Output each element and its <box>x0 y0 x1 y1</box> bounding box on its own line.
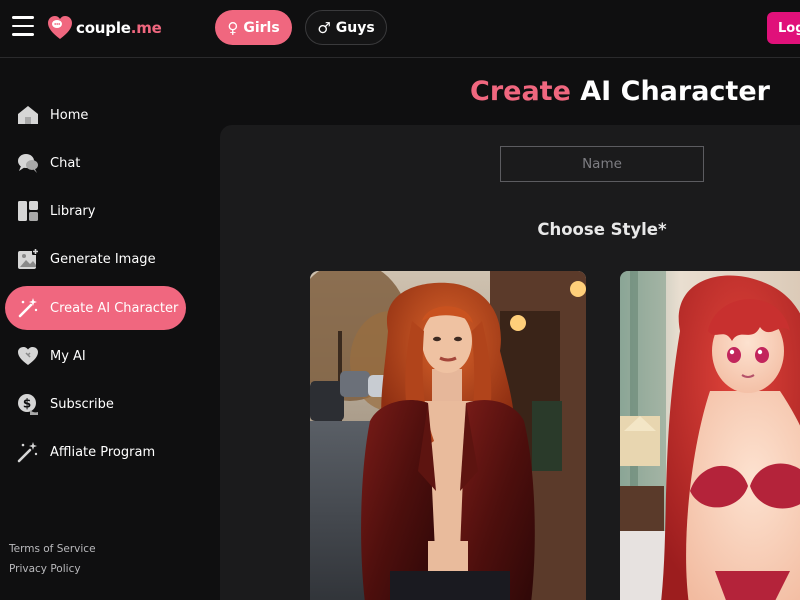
sidebar-item-home[interactable]: Home <box>5 93 186 137</box>
dollar-icon: $ <box>17 393 39 415</box>
library-icon <box>17 200 39 222</box>
page-title: Create AI Character <box>470 76 770 107</box>
logo[interactable]: couple.me <box>47 14 162 42</box>
sparkle-wand-icon <box>17 441 39 463</box>
choose-style-heading: Choose Style* <box>537 220 667 239</box>
anime-style-image <box>620 271 800 600</box>
sidebar-item-label: My AI <box>50 348 86 364</box>
chat-icon <box>17 152 39 174</box>
logo-text: couple.me <box>76 19 162 37</box>
style-card-anime[interactable] <box>620 271 800 600</box>
character-name-input[interactable] <box>500 146 704 182</box>
sidebar: Home Chat Library Generate Image Create … <box>0 59 200 600</box>
guys-tab[interactable]: ♂ Guys <box>305 10 387 45</box>
magic-wand-icon <box>17 297 39 319</box>
sidebar-item-label: Subscribe <box>50 396 114 412</box>
style-card-realistic[interactable] <box>310 271 586 600</box>
home-icon <box>17 104 39 126</box>
male-icon: ♂ <box>317 18 331 37</box>
terms-of-service-link[interactable]: Terms of Service <box>9 543 96 555</box>
realistic-style-image <box>310 271 586 600</box>
sidebar-item-label: Library <box>50 203 96 219</box>
sidebar-item-create-ai-character[interactable]: Create AI Character <box>5 286 186 330</box>
heart-icon <box>17 345 39 367</box>
login-button[interactable]: Login <box>767 12 800 44</box>
sidebar-item-label: Chat <box>50 155 81 171</box>
sidebar-item-label: Generate Image <box>50 251 156 267</box>
top-header: couple.me ♀ Girls ♂ Guys Login <box>0 0 800 58</box>
female-icon: ♀ <box>227 18 239 37</box>
svg-text:$: $ <box>23 397 31 411</box>
sidebar-item-chat[interactable]: Chat <box>5 141 186 185</box>
sidebar-item-label: Home <box>50 107 89 123</box>
image-plus-icon <box>17 248 39 270</box>
sidebar-item-label: Affliate Program <box>50 444 156 460</box>
privacy-policy-link[interactable]: Privacy Policy <box>9 563 81 575</box>
girls-tab[interactable]: ♀ Girls <box>215 10 292 45</box>
logo-heart-icon <box>48 16 72 39</box>
girls-tab-label: Girls <box>243 19 280 36</box>
menu-icon[interactable] <box>12 16 34 36</box>
guys-tab-label: Guys <box>335 19 375 36</box>
sidebar-item-my-ai[interactable]: My AI <box>5 334 186 378</box>
sidebar-item-label: Create AI Character <box>50 300 179 316</box>
sidebar-item-generate-image[interactable]: Generate Image <box>5 237 186 281</box>
sidebar-item-library[interactable]: Library <box>5 189 186 233</box>
sidebar-item-subscribe[interactable]: $ Subscribe <box>5 382 186 426</box>
sidebar-item-affiliate-program[interactable]: Affliate Program <box>5 430 186 474</box>
